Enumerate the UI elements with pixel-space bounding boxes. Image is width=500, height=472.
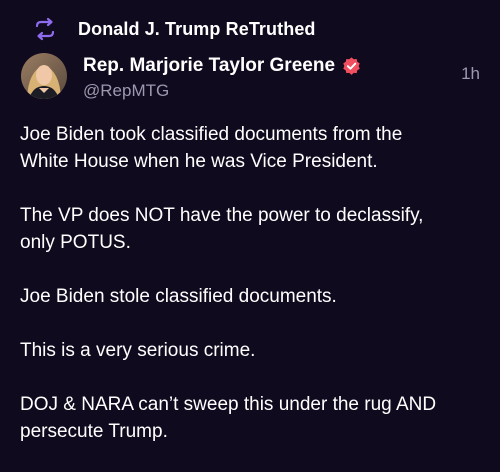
retruth-header: Donald J. Trump ReTruthed: [30, 14, 316, 44]
retruth-arrows-icon: [30, 14, 60, 44]
post-paragraph: This is a very serious crime.: [20, 340, 256, 361]
author-handle[interactable]: @RepMTG: [83, 81, 362, 101]
post-paragraph: Joe Biden stole classified documents.: [20, 286, 337, 307]
retruth-label: Donald J. Trump ReTruthed: [78, 18, 316, 39]
avatar[interactable]: [21, 53, 67, 99]
author-block: Rep. Marjorie Taylor Greene @RepMTG: [83, 53, 362, 101]
author-name-row: Rep. Marjorie Taylor Greene: [83, 53, 362, 79]
author-display-name[interactable]: Rep. Marjorie Taylor Greene: [83, 55, 335, 77]
verified-badge-icon: [341, 56, 362, 77]
post-timestamp: 1h: [461, 64, 480, 83]
avatar-photo-icon: [21, 53, 67, 99]
post-paragraph: Joe Biden took classified documents from…: [20, 124, 403, 172]
post-paragraph: The VP does NOT have the power to declas…: [20, 205, 424, 253]
post-body: Joe Biden took classified documents from…: [20, 121, 482, 472]
post-paragraph: DOJ & NARA can’t sweep this under the ru…: [20, 394, 437, 442]
